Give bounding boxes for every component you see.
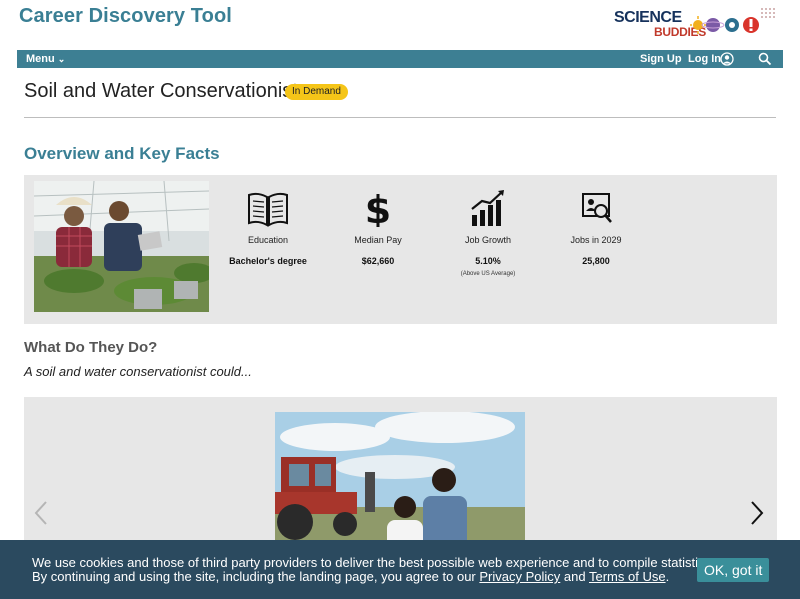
cookie-message: We use cookies and those of third party … bbox=[32, 556, 715, 584]
cookie-line-1: We use cookies and those of third party … bbox=[32, 555, 715, 570]
farmers-greenhouse-photo bbox=[34, 181, 209, 312]
log-in-link[interactable]: Log In bbox=[688, 53, 721, 65]
sign-up-link[interactable]: Sign Up bbox=[640, 53, 682, 65]
cookie-banner: We use cookies and those of third party … bbox=[0, 540, 800, 599]
menu-button[interactable]: Menu ⌄ bbox=[26, 53, 65, 65]
cookie-and-text: and bbox=[560, 569, 589, 584]
fact-value: $62,660 bbox=[361, 256, 395, 266]
fact-job-growth: Job Growth 5.10% (Above US Average) bbox=[438, 175, 538, 324]
privacy-policy-link[interactable]: Privacy Policy bbox=[479, 569, 560, 584]
dollar-icon: $ bbox=[328, 188, 428, 232]
fact-value: Bachelor's degree bbox=[229, 256, 307, 266]
fact-value: 5.10% bbox=[475, 256, 501, 266]
growth-chart-icon bbox=[438, 189, 538, 227]
carousel-next-arrow[interactable] bbox=[749, 500, 765, 531]
fact-label: Education bbox=[247, 235, 289, 245]
user-icon[interactable] bbox=[720, 52, 734, 71]
overview-heading: Overview and Key Facts bbox=[24, 144, 220, 163]
key-facts-panel: Education Bachelor's degree $ Median Pay… bbox=[24, 175, 777, 324]
fact-note: (Above US Average) bbox=[460, 271, 516, 277]
fact-value: 25,800 bbox=[582, 256, 610, 266]
fact-label: Jobs in 2029 bbox=[570, 235, 622, 245]
cookie-period: . bbox=[665, 569, 670, 584]
fact-education: Education Bachelor's degree bbox=[218, 175, 318, 324]
science-buddies-logo[interactable]: SCIENCE BUDDIES bbox=[614, 6, 778, 40]
fact-label: Job Growth bbox=[464, 235, 512, 245]
job-search-icon bbox=[546, 189, 646, 227]
chevron-down-icon: ⌄ bbox=[57, 54, 66, 64]
divider bbox=[24, 117, 776, 118]
nav-bar: Menu ⌄ Sign Up Log In bbox=[17, 50, 783, 68]
svg-text:$: $ bbox=[365, 189, 391, 227]
logo-icons bbox=[690, 8, 775, 34]
ok-got-it-button[interactable]: OK, got it bbox=[697, 558, 770, 582]
carousel-prev-arrow[interactable] bbox=[33, 500, 49, 531]
fact-median-pay: $ Median Pay $62,660 bbox=[328, 175, 428, 324]
fact-label: Median Pay bbox=[354, 235, 402, 245]
search-icon[interactable] bbox=[758, 52, 772, 71]
fact-jobs-2029: Jobs in 2029 25,800 bbox=[546, 175, 646, 324]
book-icon bbox=[218, 189, 318, 227]
in-demand-badge: In Demand bbox=[285, 84, 348, 100]
site-title[interactable]: Career Discovery Tool bbox=[19, 5, 232, 28]
career-title: Soil and Water Conservationist bbox=[24, 80, 298, 102]
menu-label: Menu bbox=[26, 53, 55, 65]
cookie-line-2: By continuing and using the site, includ… bbox=[32, 569, 480, 584]
terms-of-use-link[interactable]: Terms of Use bbox=[589, 569, 666, 584]
what-they-do-heading: What Do They Do? bbox=[24, 339, 158, 356]
what-they-do-subheading: A soil and water conservationist could..… bbox=[24, 364, 252, 379]
